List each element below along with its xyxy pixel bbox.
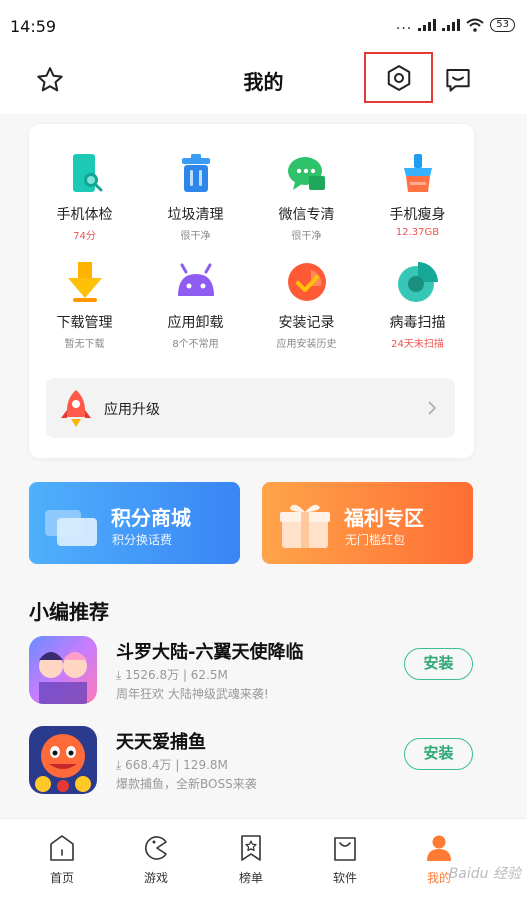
app-list-item[interactable]: 斗罗大陆-六翼天使降临 ⤓ 1526.8万 | 62.5M 周年狂欢 大陆神级武… (29, 636, 489, 710)
broom-icon (403, 154, 432, 192)
app-description: 爆款捕鱼，全新BOSS来袭 (116, 777, 257, 791)
tool-status: 很干净 (180, 231, 211, 242)
nav-rankings[interactable]: 榜单 (216, 833, 286, 886)
signal-icon (418, 19, 437, 31)
promo-title: 积分商城 (111, 506, 191, 530)
app-list-item[interactable]: 天天爱捕鱼 ⤓ 668.4万 | 129.8M 爆款捕鱼，全新BOSS来袭 安装 (29, 726, 489, 800)
settings-button[interactable] (364, 52, 433, 103)
status-bar: 14:59 ... 53 (0, 0, 527, 54)
meta-divider: | (175, 758, 184, 772)
signal-icon-2 (442, 19, 461, 31)
nav-label: 游戏 (143, 871, 168, 885)
status-time: 14:59 (10, 17, 57, 36)
tool-name: 应用卸载 (167, 315, 224, 331)
pacman-icon (145, 836, 167, 860)
tool-phone-checkup[interactable]: 手机体检 74分 (29, 152, 140, 242)
promo-subtitle: 无门槛红包 (345, 533, 406, 547)
tool-status: 8个不常用 (172, 339, 219, 350)
radar-scan-icon (397, 262, 438, 302)
app-name: 天天爱捕鱼 (116, 732, 206, 753)
tool-name: 手机体检 (56, 207, 113, 223)
battery-indicator: 53 (490, 18, 515, 32)
nav-label: 软件 (332, 871, 357, 885)
app-thumbnail (29, 636, 97, 704)
tool-junk-clean[interactable]: 垃圾清理 很干净 (140, 152, 251, 242)
app-thumbnail (29, 726, 97, 794)
more-dots: ... (395, 17, 413, 33)
recommend-section-title: 小编推荐 (29, 600, 109, 624)
install-button[interactable]: 安装 (404, 648, 473, 680)
tool-status: 74分 (73, 231, 96, 242)
promo-title: 福利专区 (344, 506, 424, 530)
welfare-zone-banner[interactable]: 福利专区 无门槛红包 (262, 482, 473, 564)
user-active-icon (427, 835, 451, 861)
nav-label: 首页 (49, 871, 74, 885)
game-art-fishing (29, 726, 97, 794)
tool-status: 24天未扫描 (391, 339, 444, 350)
rocket-icon (61, 390, 91, 427)
app-upgrade-label: 应用升级 (104, 402, 160, 418)
watermark: Baidu 经验 (448, 866, 521, 882)
app-downloads: ⤓ 1526.8万 (116, 668, 180, 682)
nav-games[interactable]: 游戏 (121, 833, 191, 886)
chevron-right-icon (428, 401, 437, 415)
tool-name: 微信专清 (278, 207, 335, 223)
android-icon (177, 263, 214, 296)
tool-name: 垃圾清理 (167, 207, 224, 223)
app-size: 62.5M (190, 668, 228, 682)
shopping-bag-icon (334, 837, 356, 861)
status-icons: ... 53 (396, 18, 515, 32)
settings-hexagon-icon (387, 64, 410, 91)
nav-label: 榜单 (238, 871, 263, 885)
game-art-douluo (29, 636, 97, 704)
app-name: 斗罗大陆-六翼天使降临 (116, 642, 304, 663)
tool-install-history[interactable]: 安装记录 应用安装历史 (251, 260, 362, 350)
tool-name: 安装记录 (278, 315, 335, 331)
phone-checkup-icon (72, 154, 102, 192)
download-arrow-icon (67, 262, 102, 302)
messages-button[interactable] (440, 62, 476, 98)
tool-download-manager[interactable]: 下载管理 暂无下载 (29, 260, 140, 350)
tool-status: 很干净 (291, 231, 322, 242)
tool-status: 暂无下载 (64, 339, 105, 350)
wifi-icon (466, 18, 484, 32)
wechat-icon (287, 157, 325, 190)
bookmark-star-icon (241, 835, 261, 861)
tool-status: 12.37GB (395, 227, 440, 238)
message-icon (446, 69, 470, 92)
bottom-nav: 首页 游戏 榜单 软件 我的 Baidu 经验 (0, 818, 527, 913)
points-mall-banner[interactable]: 积分商城 积分换话费 (29, 482, 240, 564)
app-downloads: ⤓ 668.4万 (116, 758, 172, 772)
promo-subtitle: 积分换话费 (112, 533, 173, 547)
app-upgrade-row[interactable]: 应用升级 (46, 378, 455, 438)
app-meta: ⤓ 668.4万 | 129.8M (116, 756, 228, 773)
tool-app-uninstall[interactable]: 应用卸载 8个不常用 (140, 260, 251, 350)
tools-card: 手机体检 74分 垃圾清理 很干净 微信专清 很干净 手机瘦身 12.37GB … (29, 124, 474, 458)
nav-software[interactable]: 软件 (310, 833, 380, 886)
home-icon (50, 835, 74, 861)
gift-box-icon (280, 504, 330, 548)
install-button[interactable]: 安装 (404, 738, 473, 770)
tool-name: 病毒扫描 (389, 315, 446, 331)
tool-virus-scan[interactable]: 病毒扫描 24天未扫描 (362, 260, 473, 350)
check-circle-icon (287, 263, 326, 301)
app-size: 129.8M (183, 758, 228, 772)
tool-name: 下载管理 (56, 315, 113, 331)
app-meta: ⤓ 1526.8万 | 62.5M (116, 666, 228, 683)
top-bar: 我的 (0, 52, 527, 114)
nav-home[interactable]: 首页 (27, 833, 97, 886)
meta-divider: | (182, 668, 191, 682)
tool-status: 应用安装历史 (276, 339, 337, 350)
tool-phone-slim[interactable]: 手机瘦身 12.37GB (362, 152, 473, 238)
tool-name: 手机瘦身 (389, 207, 446, 223)
trash-icon (181, 154, 210, 192)
tool-wechat-clean[interactable]: 微信专清 很干净 (251, 152, 362, 242)
cards-icon (45, 510, 97, 546)
app-description: 周年狂欢 大陆神级武魂来袭! (116, 687, 269, 701)
